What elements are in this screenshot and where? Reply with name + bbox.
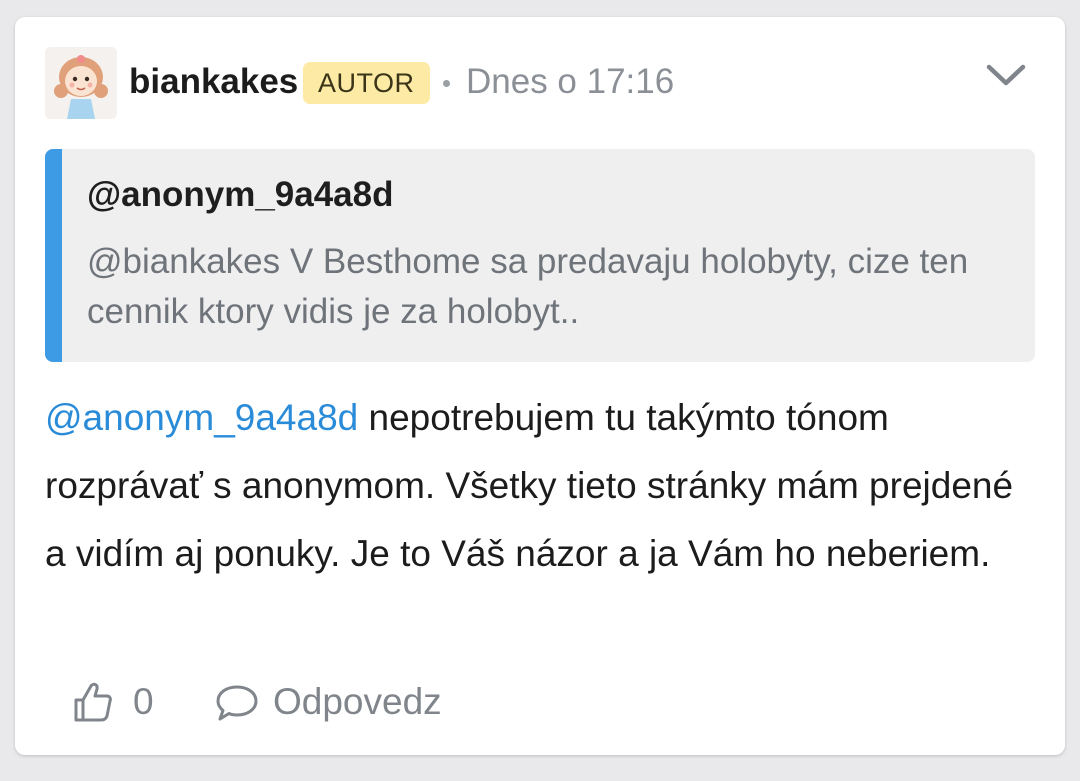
separator-dot [443,80,450,87]
like-button[interactable]: 0 [73,677,173,727]
quote-text: @biankakes V Besthome sa predavaju holob… [87,242,969,331]
quote-author: @anonym_9a4a8d [87,175,394,214]
reply-button[interactable]: Odpovedz [215,677,475,727]
like-count: 0 [133,681,154,722]
mention-link[interactable]: @anonym_9a4a8d [45,397,358,438]
post-timestamp: Dnes o 17:16 [466,62,675,101]
avatar-image [45,47,117,119]
comment-body: @anonym_9a4a8d nepotrebujem tu takýmto t… [45,384,1035,588]
reply-label: Odpovedz [273,681,442,722]
post-menu-button[interactable] [983,55,1029,95]
avatar[interactable] [45,47,117,119]
quoted-reply[interactable]: @anonym_9a4a8d @biankakes V Besthome sa … [45,149,1035,362]
chevron-down-icon [986,64,1026,86]
author-badge: AUTOR [303,62,430,104]
speech-bubble-icon [216,685,258,721]
thumbs-up-icon [74,682,112,722]
quote-accent-bar [45,149,62,362]
comment-card: biankakes AUTOR Dnes o 17:16 @anonym_9a4… [15,17,1065,755]
author-username[interactable]: biankakes [129,59,298,105]
